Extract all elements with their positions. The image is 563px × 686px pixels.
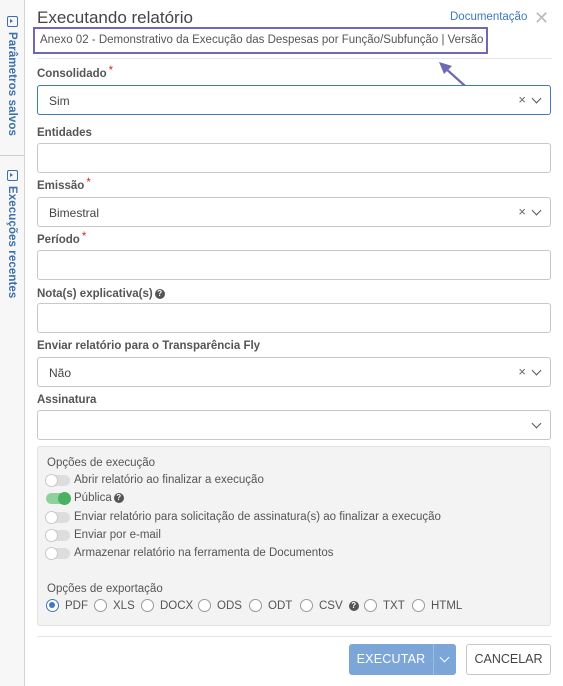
chevron-down-icon [439, 652, 450, 663]
consolidado-label: Consolidado * [37, 65, 114, 80]
cancel-button[interactable]: CANCELAR [466, 644, 551, 675]
signature-request-toggle[interactable] [45, 510, 70, 524]
format-label: XLS [113, 600, 135, 612]
page-title: Executando relatório [37, 8, 193, 27]
transparencia-value: Não [49, 366, 72, 380]
help-icon[interactable]: ? [348, 601, 359, 611]
consolidado-value: Sim [49, 94, 70, 108]
execute-button[interactable]: EXECUTAR [349, 644, 433, 675]
entidades-field[interactable] [37, 143, 551, 173]
clear-icon[interactable]: × [518, 204, 526, 219]
report-execution-dialog: Executando relatório Documentação ✕ Anex… [26, 0, 563, 686]
saved-params-label: Parâmetros salvos [6, 32, 18, 136]
report-subtitle: Anexo 02 - Demonstrativo da Execução das… [33, 27, 488, 54]
saved-params-tab[interactable]: Parâmetros salvos [0, 14, 25, 140]
radio[interactable] [300, 599, 313, 612]
public-toggle[interactable] [46, 491, 71, 505]
radio[interactable] [94, 599, 107, 612]
toggle-label: Abrir relatório ao finalizar a execução [74, 474, 264, 486]
help-icon[interactable]: ? [113, 493, 124, 503]
emissao-value: Bimestral [49, 206, 100, 220]
format-label: ODT [268, 600, 293, 612]
recent-runs-tab[interactable]: Execuções recentes [0, 168, 25, 298]
radio[interactable] [141, 599, 154, 612]
toggle-label: Pública? [74, 492, 124, 504]
chevron-down-icon[interactable] [531, 93, 542, 104]
toggle-label: Enviar por e-mail [74, 529, 161, 541]
options-panel: Opções de execução Abrir relatório ao fi… [37, 446, 551, 626]
expand-icon [7, 16, 18, 27]
email-toggle[interactable] [45, 528, 70, 542]
clear-icon[interactable]: × [518, 92, 526, 107]
recent-runs-label: Execuções recentes [6, 186, 18, 299]
transparencia-label: Enviar relatório para o Transparência Fl… [37, 340, 261, 352]
periodo-label: Período * [37, 231, 87, 246]
format-label: ODS [217, 600, 242, 612]
format-label: DOCX [160, 600, 194, 612]
notas-label: Nota(s) explicativa(s)? [37, 288, 165, 300]
format-label: TXT [383, 600, 405, 612]
side-divider [0, 155, 25, 156]
assinatura-label: Assinatura [37, 394, 97, 406]
notas-field[interactable] [37, 303, 551, 333]
toggle-label: Armazenar relatório na ferramenta de Doc… [74, 547, 334, 559]
clear-icon[interactable]: × [518, 364, 526, 379]
chevron-down-icon[interactable] [531, 418, 542, 429]
emissao-label: Emissão * [37, 177, 91, 192]
format-label: CSV? [319, 600, 359, 612]
radio[interactable] [364, 599, 377, 612]
transparencia-select[interactable]: Não × [37, 357, 551, 387]
entidades-label: Entidades [37, 127, 92, 139]
help-icon[interactable]: ? [154, 289, 165, 299]
required-marker: * [81, 231, 87, 243]
required-marker: * [86, 177, 91, 189]
export-options-title: Opções de exportação [47, 583, 163, 595]
radio[interactable] [198, 599, 211, 612]
assinatura-select[interactable] [37, 410, 551, 440]
consolidado-select[interactable]: Sim × [37, 85, 551, 115]
footer-divider [37, 636, 552, 637]
open-report-toggle[interactable] [45, 473, 70, 487]
documentation-link[interactable]: Documentação [450, 11, 527, 23]
side-panel: Parâmetros salvos Execuções recentes [0, 0, 25, 686]
execution-options-title: Opções de execução [47, 457, 156, 469]
emissao-select[interactable]: Bimestral × [37, 197, 551, 227]
close-icon[interactable]: ✕ [534, 8, 549, 28]
toggle-label: Enviar relatório para solicitação de ass… [74, 511, 441, 523]
periodo-field[interactable] [37, 250, 551, 280]
format-label: PDF [65, 600, 88, 612]
radio[interactable] [249, 599, 262, 612]
required-marker: * [108, 65, 114, 77]
format-label: HTML [431, 600, 463, 612]
radio[interactable] [412, 599, 425, 612]
chevron-down-icon[interactable] [531, 205, 542, 216]
execute-options-dropdown[interactable] [433, 644, 456, 675]
chevron-down-icon[interactable] [531, 365, 542, 376]
store-documents-toggle[interactable] [45, 546, 70, 560]
radio-selected[interactable] [46, 599, 59, 612]
expand-icon [7, 170, 18, 181]
